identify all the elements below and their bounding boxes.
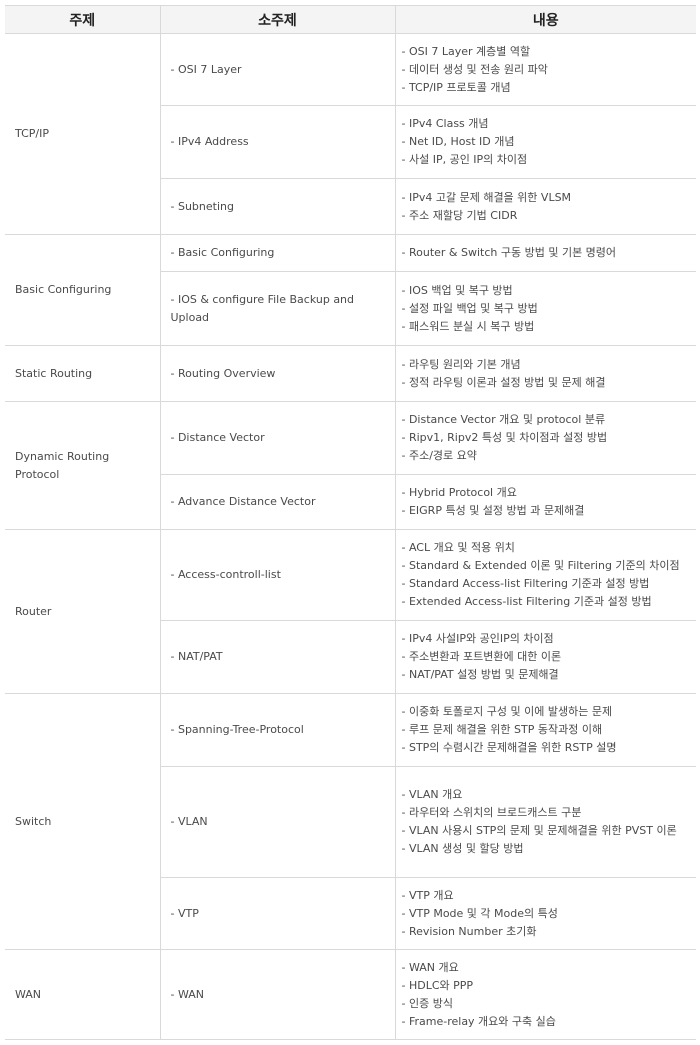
content-item: - VTP Mode 및 각 Mode의 특성 bbox=[401, 906, 558, 920]
subtopic-cell: - VTP bbox=[159, 877, 395, 950]
subtopic-cell: - NAT/PAT bbox=[159, 620, 395, 694]
content-item: - TCP/IP 프로토콜 개념 bbox=[401, 80, 511, 94]
subtopic-cell: - Advance Distance Vector bbox=[159, 474, 395, 530]
table-row: Static Routing - Routing Overview - 라우팅 원리… bbox=[5, 345, 696, 402]
content-cell: - 라우팅 원리와 기본 개념 - 정적 라우팅 이론과 설정 방법 및 문제 해… bbox=[394, 345, 696, 402]
subtopic-cell: - Basic Configuring bbox=[159, 234, 395, 272]
content-cell: - IPv4 사설IP와 공인IP의 차이점 - 주소변환과 포트변환에 대한 이… bbox=[394, 620, 696, 694]
topic-cell: WAN bbox=[5, 949, 160, 1040]
content-cell: - IPv4 Class 개념 - Net ID, Host ID 개념 - 사설 … bbox=[394, 105, 696, 179]
content-item: - NAT/PAT 설정 방법 및 문제해결 bbox=[401, 668, 559, 681]
subtopic-cell: - Subneting bbox=[159, 178, 395, 235]
table-row: Dynamic Routing Protocol - Distance Vecto… bbox=[5, 401, 696, 530]
subtopic-cell: - Distance Vector bbox=[159, 401, 395, 475]
content-cell: - Router & Switch 구동 방법 및 기본 명령어 bbox=[394, 234, 696, 272]
content-cell: - VLAN 개요 - 라우터와 스위치의 브로드캐스트 구분 - VLAN 사용시… bbox=[394, 766, 696, 878]
content-cell: - 이중화 토폴로지 구성 및 이에 발생하는 문제 - 루프 문제 해결을 위한… bbox=[394, 693, 696, 767]
table-row: Switch - Spanning-Tree-Protocol - 이중화 토폴로지… bbox=[5, 693, 696, 950]
table-body: TCP/IP - OSI 7 Layer - OSI 7 Layer 계층별 역할… bbox=[5, 33, 696, 1040]
subtopic-cell: - Access-controll-list bbox=[159, 529, 395, 621]
topic-cell: TCP/IP bbox=[5, 33, 160, 235]
content-item: - VTP 개요 bbox=[401, 888, 454, 902]
content-item: - 정적 라우팅 이론과 설정 방법 및 문제 해결 bbox=[401, 375, 606, 389]
content-item: - 루프 문제 해결을 위한 STP 동작과정 이해 bbox=[401, 723, 603, 736]
subtopic-cell: - WAN bbox=[159, 949, 395, 1040]
content-item: - 주소 재할당 기법 CIDR bbox=[401, 208, 518, 222]
content-cell: - WAN 개요 - HDLC와 PPP - 인증 방식 - Frame-relay … bbox=[394, 949, 696, 1040]
content-item: - HDLC와 PPP bbox=[401, 978, 474, 992]
subtopic-cell: - IPv4 Address bbox=[159, 105, 395, 179]
topic-cell: Static Routing bbox=[5, 345, 160, 402]
content-item: - 패스워드 분실 시 복구 방법 bbox=[401, 319, 535, 333]
content-cell: - IPv4 고갈 문제 해결을 위한 VLSM - 주소 재할당 기법 CIDR bbox=[394, 178, 696, 235]
content-item: - VLAN 생성 및 할당 방법 bbox=[401, 842, 524, 855]
content-item: - STP의 수렴시간 문제해결을 위한 RSTP 설명 bbox=[401, 741, 617, 754]
content-item: - 인증 방식 bbox=[401, 996, 453, 1010]
content-item: - Standard Access-list Filtering 기준과 설정 … bbox=[401, 577, 650, 590]
content-item: - Revision Number 초기화 bbox=[401, 924, 537, 938]
content-item: - Standard & Extended 이론 및 Filtering 기준의… bbox=[401, 559, 680, 572]
content-cell: - VTP 개요 - VTP Mode 및 각 Mode의 특성 - Revisio… bbox=[394, 877, 696, 950]
content-item: - Hybrid Protocol 개요 bbox=[401, 486, 517, 499]
subtopic-cell: - OSI 7 Layer bbox=[159, 33, 395, 106]
curriculum-table: 주제 소주제 내용 TCP/IP - OSI 7 Layer - OSI 7 La… bbox=[5, 5, 696, 1040]
content-item: - 라우팅 원리와 기본 개념 bbox=[401, 357, 521, 371]
content-item: - IPv4 사설IP와 공인IP의 차이점 bbox=[401, 632, 554, 645]
content-item: - ACL 개요 및 적용 위치 bbox=[401, 541, 515, 554]
header-subtopic: 소주제 bbox=[159, 5, 395, 34]
content-item: - 이중화 토폴로지 구성 및 이에 발생하는 문제 bbox=[401, 705, 613, 718]
subtopic-cell: - IOS & configure File Backup and Upload bbox=[159, 271, 395, 346]
topic-cell: Basic Configuring bbox=[5, 234, 160, 346]
content-item: - IPv4 고갈 문제 해결을 위한 VLSM bbox=[401, 190, 572, 204]
content-item: - WAN 개요 bbox=[401, 960, 459, 974]
content-item: - 사설 IP, 공인 IP의 차이점 bbox=[401, 153, 528, 166]
topic-cell: Router bbox=[5, 529, 160, 694]
table-row: Basic Configuring - Basic Configuring - Ro… bbox=[5, 234, 696, 346]
table-header-row: 주제 소주제 내용 bbox=[5, 5, 696, 34]
subtopic-cell: - Routing Overview bbox=[159, 345, 395, 402]
table-row: TCP/IP - OSI 7 Layer - OSI 7 Layer 계층별 역할… bbox=[5, 33, 696, 235]
content-item: - 데이터 생성 및 전송 원리 파악 bbox=[401, 62, 548, 76]
content-cell: - ACL 개요 및 적용 위치 - Standard & Extended 이론… bbox=[394, 529, 696, 621]
content-cell: - IOS 백업 및 복구 방법 - 설정 파일 백업 및 복구 방법 - 패스워드… bbox=[394, 271, 696, 346]
header-topic: 주제 bbox=[5, 5, 160, 34]
content-cell: - OSI 7 Layer 계층별 역할 - 데이터 생성 및 전송 원리 파악 -… bbox=[394, 33, 696, 106]
content-item: - 주소/경로 요약 bbox=[401, 449, 477, 462]
content-cell: - Distance Vector 개요 및 protocol 분류 - Ripv… bbox=[394, 401, 696, 475]
content-item: - Extended Access-list Filtering 기준과 설정 … bbox=[401, 595, 652, 608]
content-item: - IPv4 Class 개념 bbox=[401, 117, 489, 130]
content-item: - 주소변환과 포트변환에 대한 이론 bbox=[401, 650, 562, 663]
table-row: Router - Access-controll-list - ACL 개요 및 적… bbox=[5, 529, 696, 694]
content-item: - OSI 7 Layer 계층별 역할 bbox=[401, 44, 531, 58]
content-item: - VLAN 개요 bbox=[401, 788, 463, 801]
table-row: WAN - WAN - WAN 개요 - HDLC와 PPP - 인증 방식 - Fram… bbox=[5, 949, 696, 1040]
subtopic-cell: - Spanning-Tree-Protocol bbox=[159, 693, 395, 767]
content-item: - Ripv1, Ripv2 특성 및 차이점과 설정 방법 bbox=[401, 431, 608, 444]
topic-cell: Dynamic Routing Protocol bbox=[5, 401, 160, 530]
header-content: 내용 bbox=[394, 5, 696, 34]
topic-cell: Switch bbox=[5, 693, 160, 950]
content-item: - EIGRP 특성 및 설정 방법 과 문제해결 bbox=[401, 504, 585, 517]
subtopic-cell: - VLAN bbox=[159, 766, 395, 878]
content-item: - IOS 백업 및 복구 방법 bbox=[401, 283, 513, 297]
content-item: - Net ID, Host ID 개념 bbox=[401, 135, 515, 148]
content-item: - 라우터와 스위치의 브로드캐스트 구분 bbox=[401, 806, 582, 819]
content-cell: - Hybrid Protocol 개요 - EIGRP 특성 및 설정 방법 과… bbox=[394, 474, 696, 530]
content-item: - Frame-relay 개요와 구축 실습 bbox=[401, 1014, 556, 1028]
content-item: - VLAN 사용시 STP의 문제 및 문제해결을 위한 PVST 이론 bbox=[401, 824, 677, 837]
content-item: - Router & Switch 구동 방법 및 기본 명령어 bbox=[401, 246, 617, 259]
content-item: - Distance Vector 개요 및 protocol 분류 bbox=[401, 413, 606, 426]
content-item: - 설정 파일 백업 및 복구 방법 bbox=[401, 301, 538, 315]
